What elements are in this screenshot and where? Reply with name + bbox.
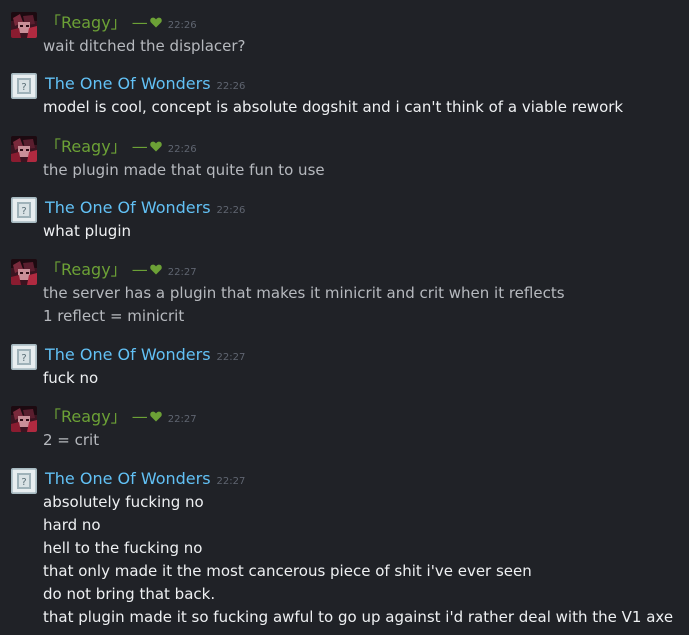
message-line: what plugin xyxy=(43,222,132,240)
author-name[interactable]: 「Reagy」 — xyxy=(45,137,148,156)
timestamp: 22:26 xyxy=(167,144,197,155)
svg-text:?: ? xyxy=(21,353,26,364)
heart-icon xyxy=(150,411,162,421)
avatar-reagy[interactable] xyxy=(11,259,37,285)
message-line: that plugin made it so fucking awful to … xyxy=(43,608,674,626)
avatar-reagy[interactable] xyxy=(11,136,37,162)
timestamp: 22:27 xyxy=(167,267,197,278)
message-line: model is cool, concept is absolute dogsh… xyxy=(43,98,624,116)
message-line: wait ditched the displacer? xyxy=(43,37,246,55)
timestamp: 22:27 xyxy=(216,352,246,363)
avatar-wonders[interactable]: ? xyxy=(11,468,37,494)
message-line: that only made it the most cancerous pie… xyxy=(43,562,532,580)
heart-icon xyxy=(150,17,162,27)
avatar-wonders[interactable]: ? xyxy=(11,344,37,370)
author-name[interactable]: 「Reagy」 — xyxy=(45,407,148,426)
avatar-reagy[interactable] xyxy=(11,406,37,432)
svg-text:?: ? xyxy=(21,82,26,93)
message-line: the plugin made that quite fun to use xyxy=(43,161,325,179)
chat-log: 「Reagy」 — 22:26 wait ditched the displace… xyxy=(0,0,689,635)
heart-icon xyxy=(150,264,162,274)
message-line: do not bring that back. xyxy=(43,585,216,603)
timestamp: 22:26 xyxy=(167,20,197,31)
message-line: 2 = crit xyxy=(43,431,100,449)
message-line: absolutely fucking no xyxy=(43,493,204,511)
message-line: fuck no xyxy=(43,369,99,387)
timestamp: 22:27 xyxy=(167,414,197,425)
message-line: the server has a plugin that makes it mi… xyxy=(43,284,565,302)
message-line: hell to the fucking no xyxy=(43,539,203,557)
author-name[interactable]: 「Reagy」 — xyxy=(45,260,148,279)
timestamp: 22:26 xyxy=(216,81,246,92)
author-name[interactable]: The One Of Wonders xyxy=(45,198,211,217)
avatar-wonders[interactable]: ? xyxy=(11,197,37,223)
svg-text:?: ? xyxy=(21,477,26,488)
svg-text:?: ? xyxy=(21,206,26,217)
avatar-wonders[interactable]: ? xyxy=(11,73,37,99)
message-line: 1 reflect = minicrit xyxy=(43,307,185,325)
timestamp: 22:26 xyxy=(216,205,246,216)
author-name[interactable]: The One Of Wonders xyxy=(45,74,211,93)
heart-icon xyxy=(150,141,162,151)
avatar-reagy[interactable] xyxy=(11,12,37,38)
message-line: hard no xyxy=(43,516,101,534)
timestamp: 22:27 xyxy=(216,476,246,487)
author-name[interactable]: The One Of Wonders xyxy=(45,469,211,488)
author-name[interactable]: The One Of Wonders xyxy=(45,345,211,364)
author-name[interactable]: 「Reagy」 — xyxy=(45,13,148,32)
